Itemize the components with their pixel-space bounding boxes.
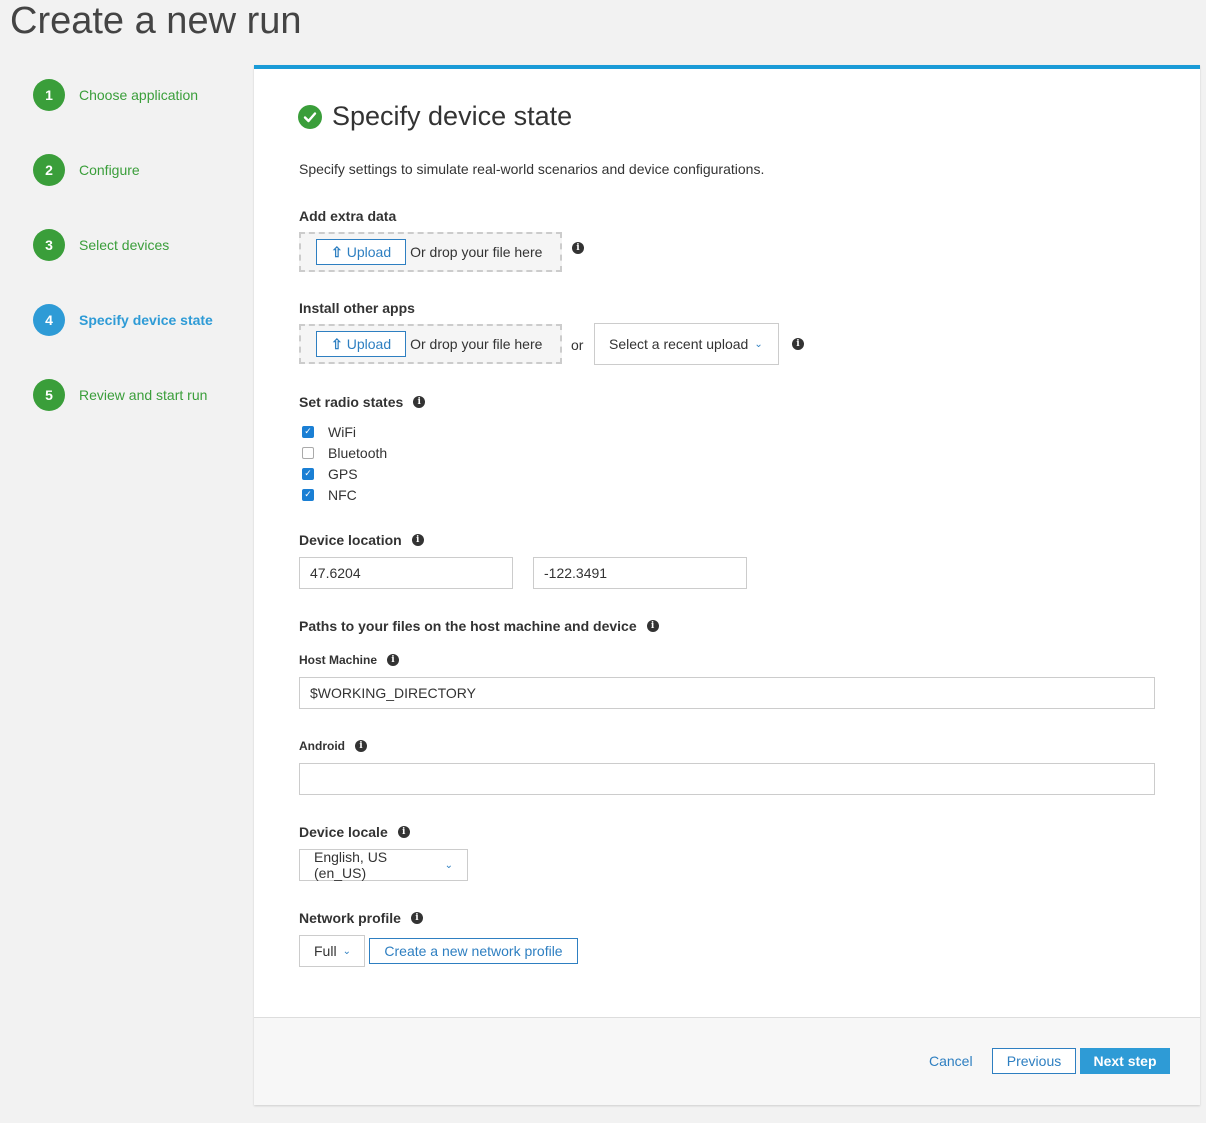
step-label: Configure (79, 162, 140, 178)
radio-states-list: ✓ WiFi Bluetooth ✓ GPS ✓ NFC (302, 421, 387, 505)
step-number: 3 (33, 229, 65, 261)
checkbox-label: WiFi (328, 423, 356, 440)
step-label: Select devices (79, 237, 170, 253)
panel-footer: Cancel Previous Next step (254, 1017, 1200, 1105)
checkbox-bluetooth-row[interactable]: Bluetooth (302, 442, 387, 463)
step-number: 4 (33, 304, 65, 336)
longitude-input[interactable]: -122.3491 (533, 557, 747, 589)
info-icon[interactable]: i (397, 826, 410, 838)
step-label: Review and start run (79, 387, 208, 403)
checkbox-nfc[interactable]: ✓ (302, 488, 314, 501)
step-number: 2 (33, 154, 65, 186)
info-icon[interactable]: i (572, 242, 584, 254)
recent-upload-value: Select a recent upload (609, 336, 749, 352)
step-select-devices[interactable]: 3 Select devices (33, 229, 169, 261)
host-machine-label: Host Machine i (299, 653, 400, 667)
device-locale-value: English, US (en_US) (314, 849, 388, 881)
upload-icon: ⇧ (331, 243, 343, 260)
next-step-button[interactable]: Next step (1080, 1048, 1170, 1074)
network-profile-value: Full (314, 943, 337, 959)
device-location-label: Device location i (299, 532, 424, 548)
info-icon[interactable]: i (355, 740, 367, 752)
checkbox-label: Bluetooth (328, 444, 388, 461)
upload-button-label: Upload (346, 244, 392, 260)
checkbox-gps[interactable]: ✓ (302, 467, 314, 480)
checkbox-wifi[interactable]: ✓ (302, 425, 314, 438)
info-icon[interactable]: i (792, 338, 804, 350)
extra-data-label: Add extra data (299, 208, 396, 224)
device-locale-label-text: Device locale (299, 824, 388, 840)
checkbox-bluetooth[interactable] (302, 446, 314, 459)
chevron-down-icon: ⌄ (754, 338, 763, 350)
upload-icon: ⇧ (331, 335, 343, 352)
device-locale-label: Device locale i (299, 824, 410, 840)
info-icon[interactable]: i (646, 620, 659, 632)
android-path-input[interactable] (299, 763, 1155, 795)
or-text: or (571, 337, 584, 353)
other-apps-upload-button[interactable]: ⇧ Upload (316, 331, 407, 357)
upload-button-label: Upload (346, 336, 392, 352)
checkbox-wifi-row[interactable]: ✓ WiFi (302, 421, 387, 442)
step-number: 5 (33, 379, 65, 411)
checkbox-nfc-row[interactable]: ✓ NFC (302, 484, 387, 505)
check-circle-icon (298, 104, 322, 129)
step-review-and-start-run[interactable]: 5 Review and start run (33, 379, 207, 411)
drop-text: Or drop your file here (410, 336, 543, 352)
info-icon[interactable]: i (411, 534, 424, 546)
radio-states-label-text: Set radio states (299, 394, 404, 410)
step-label: Choose application (79, 87, 199, 103)
checkbox-label: NFC (328, 486, 357, 503)
section-title: Specify device state (332, 101, 573, 131)
info-icon[interactable]: i (410, 912, 423, 924)
step-number: 1 (33, 79, 65, 111)
checkbox-label: GPS (328, 465, 358, 482)
cancel-button[interactable]: Cancel (929, 1053, 973, 1069)
step-label: Specify device state (79, 312, 213, 328)
section-description: Specify settings to simulate real-world … (299, 161, 765, 177)
other-apps-label-text: Install other apps (299, 300, 415, 316)
extra-data-label-text: Add extra data (299, 208, 397, 224)
other-apps-dropzone[interactable]: ⇧ Upload Or drop your file here (299, 324, 562, 364)
latitude-input[interactable]: 47.6204 (299, 557, 513, 589)
checkbox-gps-row[interactable]: ✓ GPS (302, 463, 387, 484)
info-icon[interactable]: i (413, 396, 426, 408)
network-profile-select[interactable]: Full ⌄ (299, 935, 365, 967)
device-location-label-text: Device location (299, 532, 402, 548)
android-label-text: Android (299, 739, 345, 753)
recent-upload-select[interactable]: Select a recent upload ⌄ (594, 323, 779, 365)
paths-label: Paths to your files on the host machine … (299, 618, 659, 634)
network-profile-label: Network profile i (299, 910, 423, 926)
previous-button[interactable]: Previous (992, 1048, 1076, 1074)
extra-data-upload-button[interactable]: ⇧ Upload (316, 239, 407, 265)
create-network-profile-button[interactable]: Create a new network profile (369, 938, 578, 964)
network-profile-label-text: Network profile (299, 910, 401, 926)
drop-text: Or drop your file here (410, 244, 543, 260)
section-header: Specify device state (298, 101, 572, 132)
step-configure[interactable]: 2 Configure (33, 154, 140, 186)
host-machine-input[interactable]: $WORKING_DIRECTORY (299, 677, 1155, 709)
host-machine-label-text: Host Machine (299, 653, 378, 667)
main-panel: Specify device state Specify settings to… (254, 65, 1200, 1105)
info-icon[interactable]: i (387, 654, 400, 666)
extra-data-dropzone[interactable]: ⇧ Upload Or drop your file here (299, 232, 562, 272)
device-locale-select[interactable]: English, US (en_US) ⌄ (299, 849, 468, 881)
paths-label-text: Paths to your files on the host machine … (299, 618, 637, 634)
android-label: Android i (299, 739, 367, 753)
other-apps-label: Install other apps (299, 300, 415, 316)
page-title: Create a new run (10, 0, 302, 42)
step-choose-application[interactable]: 1 Choose application (33, 79, 198, 111)
chevron-down-icon: ⌄ (342, 945, 351, 957)
radio-states-label: Set radio states i (299, 394, 426, 410)
step-specify-device-state[interactable]: 4 Specify device state (33, 304, 213, 336)
chevron-down-icon: ⌄ (444, 859, 453, 871)
